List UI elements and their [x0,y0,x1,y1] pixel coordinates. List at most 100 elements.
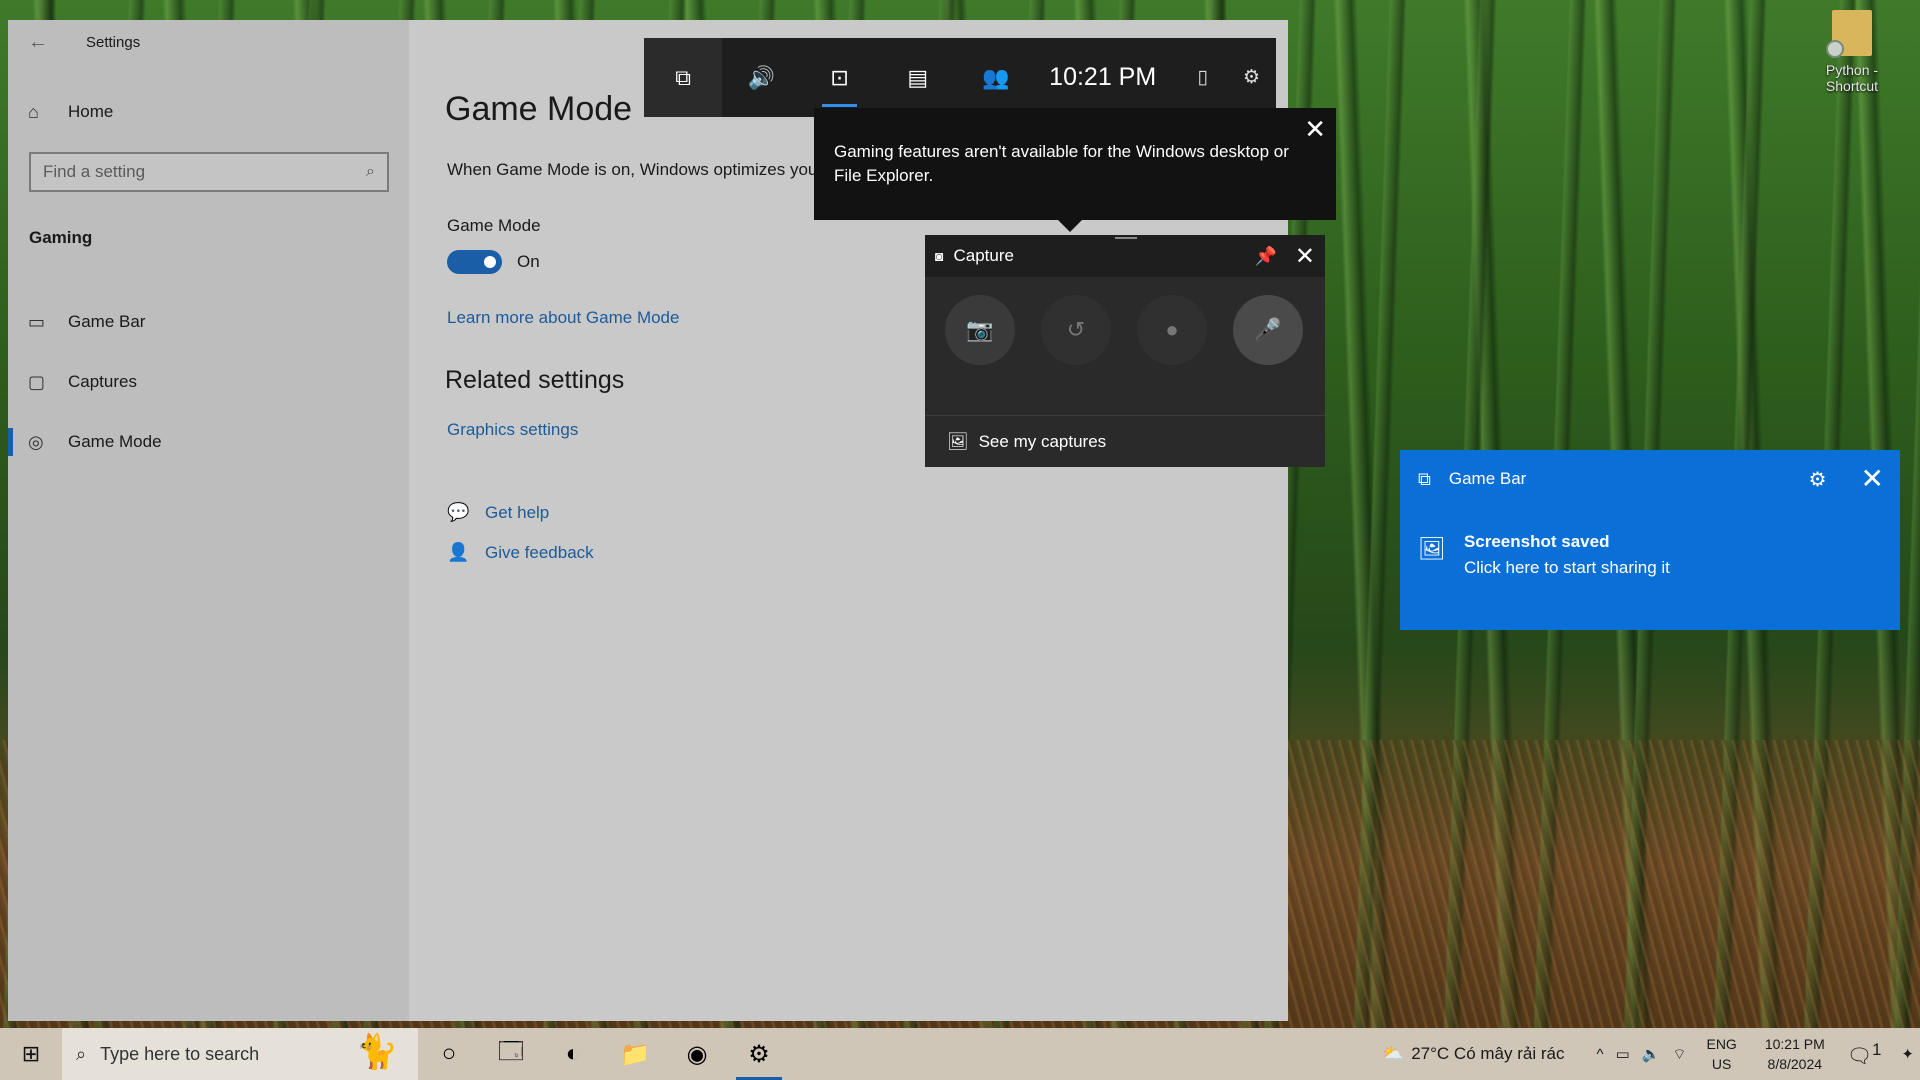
page-description: When Game Mode is on, Windows optimizes … [447,160,818,179]
mouse-button[interactable]: ▯ [1178,38,1227,117]
sidebar-item-game-mode[interactable]: ◎ Game Mode [8,420,409,464]
search-icon: ⌕ [76,1043,87,1064]
settings-app[interactable]: ⚙ [728,1028,790,1080]
drag-handle[interactable] [1115,237,1137,239]
task-view-icon: 🗔 [497,1037,525,1065]
weather-widget[interactable]: ⛅ 27°C Có mây rải rác [1382,1044,1564,1064]
performance-icon: ▤ [907,64,929,90]
capture-header[interactable]: ◙ Capture 📌 ✕ [925,235,1325,277]
gaming-unavailable-notice: ✕ Gaming features aren't available for t… [814,108,1336,232]
gear-icon[interactable]: ⚙ [1809,467,1827,492]
xbox-social-button[interactable]: 👥 [957,38,1035,117]
lang-line1: ENG [1706,1036,1737,1052]
cortana-circle-icon: ○ [441,1040,457,1067]
game-bar-toolbar: ⧉ 🔊 ⊡ ▤ 👥 10:21 PM ▯ ⚙ [644,38,1276,117]
nav-home[interactable]: ⌂ Home [8,90,409,134]
performance-button[interactable]: ▤ [879,38,957,117]
start-button[interactable]: ⊞ [0,1028,62,1080]
pin-icon[interactable]: 📌 [1254,246,1276,267]
toast-message: Click here to start sharing it [1463,558,1670,577]
settings-search-input[interactable]: Find a setting ⌕ [29,152,389,192]
camera-icon: 📷 [966,317,994,342]
see-captures-label: See my captures [978,431,1107,451]
sidebar-item-label: Captures [68,372,137,391]
game-mode-toggle[interactable] [447,250,502,274]
give-feedback-link[interactable]: Give feedback [485,543,594,563]
taskbar-search-placeholder: Type here to search [100,1043,260,1064]
notification-center-icon[interactable]: 🗨1 [1847,1040,1882,1069]
file-explorer-app[interactable]: 📁 [604,1028,666,1080]
taskbar-search-box[interactable]: ⌕ Type here to search 🐈 [62,1028,418,1080]
sidebar-item-captures[interactable]: ▢ Captures [8,360,409,404]
give-feedback-row[interactable]: 👤 Give feedback [447,542,594,563]
learn-more-link[interactable]: Learn more about Game Mode [447,308,679,328]
toast-header: ⧉ Game Bar ⚙ ✕ [1400,450,1900,508]
help-chat-icon: 💬 [447,502,470,522]
sidebar-item-label: Game Mode [68,432,162,451]
back-arrow-icon[interactable]: ← [8,31,68,54]
task-view-button[interactable]: 🗔 [480,1028,542,1080]
edge-icon: ◐ [565,1040,581,1067]
close-icon[interactable]: ✕ [1295,242,1315,271]
notice-text: Gaming features aren't available for the… [834,142,1289,185]
related-settings-heading: Related settings [445,366,625,394]
chrome-icon: ◉ [686,1040,708,1068]
gamebar-icon: ⧉ [1418,468,1431,489]
game-bar-settings-button[interactable]: ⚙ [1227,38,1276,117]
microphone-button[interactable]: 🎤 [1233,295,1303,365]
close-icon[interactable]: ✕ [1304,116,1326,142]
language-indicator[interactable]: ENG US [1706,1034,1736,1074]
folder-icon [1826,10,1872,58]
gallery-icon: 🖼 [1418,536,1446,561]
cortana-button[interactable]: ○ [418,1028,480,1080]
notification-count: 1 [1872,1039,1882,1059]
close-icon[interactable]: ✕ [1861,465,1884,493]
xbox-social-icon: 👥 [982,64,1010,90]
screenshot-button[interactable]: 📷 [945,295,1015,365]
capture-buttons: 📷 ↺ ● 🎤 [925,277,1325,417]
chrome-app[interactable]: ◉ [666,1028,728,1080]
get-help-row[interactable]: 💬 Get help [447,502,549,523]
copilot-icon[interactable]: ✦ [1901,1045,1914,1063]
desktop-shortcut-python[interactable]: Python - Shortcut [1808,10,1896,94]
widget-menu-button[interactable]: ⧉ [644,38,723,117]
taskbar-clock[interactable]: 10:21 PM 8/8/2024 [1765,1034,1825,1074]
clock-time: 10:21 PM [1764,1036,1825,1052]
replay-icon: ↺ [1066,317,1086,342]
capture-button[interactable]: ⊡ [800,38,878,117]
toast-body[interactable]: 🖼 Screenshot saved Click here to start s… [1400,508,1900,578]
sidebar-item-game-bar[interactable]: ▭ Game Bar [8,300,409,344]
volume-icon[interactable]: 🔈 [1642,1045,1661,1063]
widget-menu-icon: ⧉ [675,64,691,90]
lang-line2: US [1711,1056,1732,1072]
record-last-30s-button[interactable]: ↺ [1041,295,1111,365]
mouse-icon: ▯ [1197,67,1208,88]
gear-icon: ⚙ [1243,67,1261,88]
sidebar-item-label: Game Bar [68,312,146,331]
chevron-up-icon[interactable]: ^ [1596,1046,1603,1063]
battery-icon[interactable]: ▭ [1616,1045,1630,1063]
start-recording-button[interactable]: ● [1137,295,1207,365]
toast-title: Screenshot saved [1463,532,1610,551]
toggle-state-label: On [517,252,540,271]
gamebar-icon: ▭ [28,311,46,332]
weather-text: 27°C Có mây rải rác [1411,1044,1565,1063]
screenshot-saved-toast[interactable]: ⧉ Game Bar ⚙ ✕ 🖼 Screenshot saved Click … [1400,450,1900,630]
weather-icon: ⛅ [1382,1044,1404,1063]
window-title: Settings [86,33,141,51]
search-icon[interactable]: ⌕ [366,163,375,181]
see-my-captures-button[interactable]: 🖼 See my captures [925,415,1325,467]
get-help-link[interactable]: Get help [485,503,549,523]
wifi-icon[interactable]: ⌔ [1672,1045,1686,1064]
search-highlight-cat-icon: 🐈 [355,1033,398,1071]
clock-date: 8/8/2024 [1767,1056,1823,1072]
edge-app[interactable]: ◐ [542,1028,604,1080]
gallery-icon: 🖼 [947,431,969,451]
settings-titlebar: ← Settings [8,20,409,64]
graphics-settings-link[interactable]: Graphics settings [447,420,578,440]
capture-widget-icon: ◙ [935,248,944,264]
capture-icon: ⊡ [830,64,849,90]
game-bar-clock: 10:21 PM [1049,63,1157,91]
audio-button[interactable]: 🔊 [722,38,800,117]
record-dot-icon: ● [1165,317,1179,342]
